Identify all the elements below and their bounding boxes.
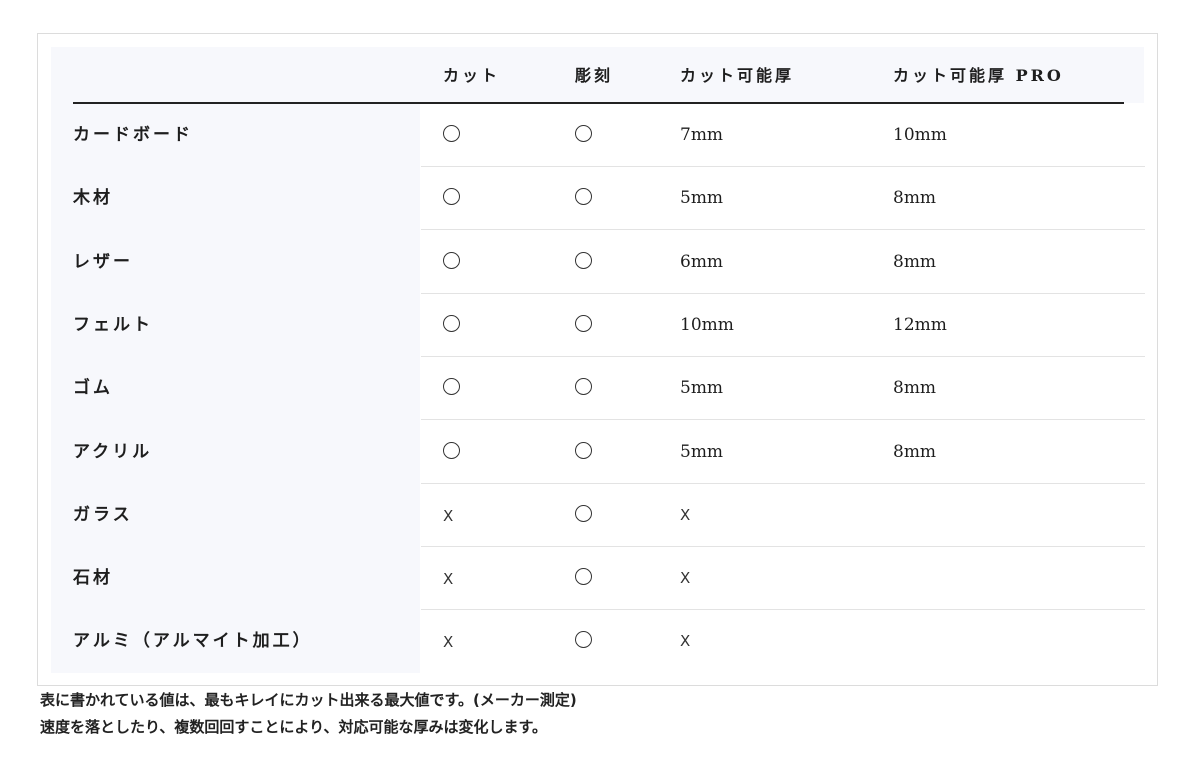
header-cut: カット — [443, 66, 501, 85]
material-name: ゴム — [73, 378, 113, 399]
table-row: カードボード 7mm 10mm — [73, 104, 1145, 167]
material-name: アルミ（アルマイト加工） — [73, 631, 313, 652]
note-line-1: 表に書かれている値は、最もキレイにカット出来る最大値です。(メーカー測定) — [40, 691, 577, 709]
material-name: レザー — [73, 251, 133, 272]
cut-support: X — [443, 610, 453, 673]
engrave-support — [575, 357, 592, 420]
material-name: アクリル — [73, 441, 153, 462]
header-thickness-pro: カット可能厚 PRO — [893, 66, 1064, 85]
cut-support — [443, 357, 460, 420]
x-mark: X — [443, 633, 454, 652]
header-thickness: カット可能厚 — [680, 66, 795, 85]
circle-mark-icon — [443, 188, 460, 206]
circle-mark-icon — [575, 251, 592, 269]
table-row: 木材 5mm 8mm — [73, 167, 1145, 231]
thickness-value: X — [680, 547, 690, 610]
circle-mark-icon — [575, 378, 592, 396]
header-engrave: 彫刻 — [575, 66, 614, 85]
x-mark: X — [680, 569, 691, 588]
circle-mark-icon — [443, 378, 460, 396]
engrave-support — [575, 610, 592, 673]
material-name: ガラス — [73, 504, 133, 525]
cut-support — [443, 231, 460, 294]
circle-mark-icon — [575, 125, 592, 142]
thickness-pro-value: 10mm — [893, 125, 947, 145]
thickness-pro-value: 12mm — [893, 314, 947, 335]
thickness-value: 10mm — [680, 314, 734, 335]
table-row: アクリル 5mm 8mm — [73, 421, 1145, 484]
thickness-pro-value: 8mm — [893, 441, 937, 462]
engrave-support — [575, 104, 592, 167]
x-mark: X — [443, 506, 454, 525]
table-row: 石材 X X — [73, 547, 1145, 611]
engrave-support — [575, 294, 592, 357]
thickness-value: 5mm — [680, 188, 724, 209]
circle-mark-icon — [575, 631, 592, 649]
cut-support — [443, 294, 460, 357]
x-mark: X — [680, 505, 691, 524]
thickness-pro-value: 8mm — [893, 251, 937, 272]
circle-mark-icon — [575, 314, 592, 332]
table-row: レザー 6mm 8mm — [73, 231, 1145, 294]
cut-support: X — [443, 547, 453, 610]
table-row: ガラス X X — [73, 484, 1145, 547]
engrave-support — [575, 421, 592, 484]
material-name: フェルト — [73, 314, 153, 335]
material-name: 木材 — [73, 188, 113, 209]
table-row: フェルト 10mm 12mm — [73, 294, 1145, 357]
engrave-support — [575, 484, 592, 547]
engrave-support — [575, 231, 592, 294]
note-line-2: 速度を落としたり、複数回回すことにより、対応可能な厚みは変化します。 — [40, 718, 548, 736]
circle-mark-icon — [443, 441, 460, 459]
engrave-support — [575, 547, 592, 610]
circle-mark-icon — [575, 504, 592, 522]
thickness-pro-value: 8mm — [893, 378, 937, 399]
material-name: カードボード — [73, 125, 193, 145]
circle-mark-icon — [575, 188, 592, 206]
cut-support: X — [443, 484, 453, 547]
thickness-value: 5mm — [680, 441, 724, 462]
thickness-value: 6mm — [680, 251, 724, 272]
material-name: 石材 — [73, 568, 113, 589]
thickness-pro-value: 8mm — [893, 188, 937, 209]
table-row: ゴム 5mm 8mm — [73, 357, 1145, 421]
x-mark: X — [680, 632, 691, 651]
circle-mark-icon — [575, 568, 592, 586]
thickness-value: 5mm — [680, 378, 724, 399]
circle-mark-icon — [443, 314, 460, 332]
circle-mark-icon — [575, 441, 592, 459]
circle-mark-icon — [443, 125, 460, 142]
cut-support — [443, 421, 460, 484]
thickness-value: 7mm — [680, 125, 724, 145]
x-mark: X — [443, 570, 454, 589]
engrave-support — [575, 167, 592, 230]
thickness-value: X — [680, 610, 690, 673]
cut-support — [443, 104, 460, 167]
table-row: アルミ（アルマイト加工） X X — [73, 610, 1145, 673]
circle-mark-icon — [443, 251, 460, 269]
thickness-value: X — [680, 484, 690, 547]
cut-support — [443, 167, 460, 230]
